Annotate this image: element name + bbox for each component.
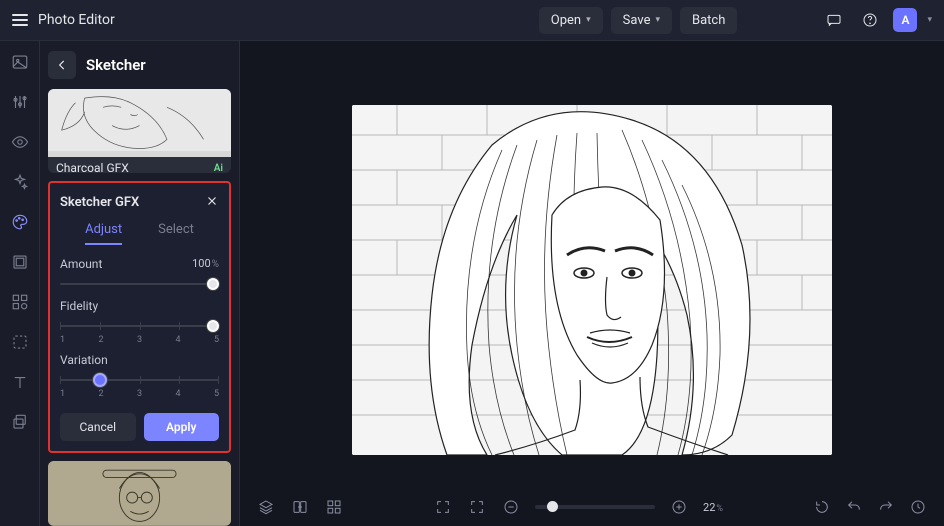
history-icon[interactable] bbox=[908, 497, 928, 517]
adjust-panel-title: Sketcher GFX bbox=[60, 195, 139, 210]
zoom-value: 22% bbox=[703, 501, 723, 514]
redo-icon[interactable] bbox=[876, 497, 896, 517]
palette-tool-icon[interactable] bbox=[9, 211, 31, 233]
fullscreen-icon[interactable] bbox=[433, 497, 453, 517]
eye-tool-icon[interactable] bbox=[9, 131, 31, 153]
variation-slider: Variation 12345 bbox=[60, 353, 219, 399]
fidelity-track[interactable] bbox=[60, 319, 219, 333]
variation-track[interactable] bbox=[60, 373, 219, 387]
app-title: Photo Editor bbox=[38, 12, 115, 28]
elements-tool-icon[interactable] bbox=[9, 291, 31, 313]
chevron-down-icon[interactable]: ▾ bbox=[927, 15, 932, 25]
panel-header: Sketcher bbox=[40, 41, 239, 85]
fit-icon[interactable] bbox=[467, 497, 487, 517]
effect-thumb-sketcher1[interactable] bbox=[48, 461, 231, 526]
thumb-image bbox=[48, 89, 231, 157]
chat-icon[interactable] bbox=[821, 7, 847, 33]
save-button[interactable]: Save▾ bbox=[611, 7, 672, 34]
frame-tool-icon[interactable] bbox=[9, 251, 31, 273]
portrait-sketch bbox=[352, 105, 832, 455]
side-panel: Sketcher Charcoal GFX Ai Sketcher GFX Ad… bbox=[40, 41, 240, 526]
zoom-in-icon[interactable] bbox=[669, 497, 689, 517]
batch-button[interactable]: Batch bbox=[680, 7, 737, 34]
back-button[interactable] bbox=[48, 51, 76, 79]
apply-button[interactable]: Apply bbox=[144, 413, 220, 441]
thumb-image bbox=[48, 461, 231, 526]
amount-track[interactable] bbox=[60, 277, 219, 291]
logo-area: Photo Editor bbox=[12, 12, 115, 28]
variation-ticks: 12345 bbox=[60, 389, 219, 399]
effect-name: Charcoal GFX bbox=[56, 161, 129, 173]
top-buttons: Open▾ Save▾ Batch bbox=[199, 7, 738, 34]
adjust-tabs: Adjust Select bbox=[60, 222, 219, 245]
close-icon[interactable] bbox=[205, 193, 219, 212]
amount-label: Amount bbox=[60, 257, 102, 271]
main: Sketcher Charcoal GFX Ai Sketcher GFX Ad… bbox=[0, 41, 944, 526]
help-icon[interactable] bbox=[857, 7, 883, 33]
tab-adjust[interactable]: Adjust bbox=[85, 222, 122, 245]
zoom-out-icon[interactable] bbox=[501, 497, 521, 517]
canvas-area: 22% bbox=[240, 41, 944, 526]
header-right: A ▾ bbox=[821, 7, 932, 33]
grid-icon[interactable] bbox=[324, 497, 344, 517]
slider-knob[interactable] bbox=[93, 373, 107, 387]
slider-knob[interactable] bbox=[207, 278, 219, 290]
tool-rail bbox=[0, 41, 40, 526]
tab-select[interactable]: Select bbox=[158, 222, 194, 245]
amount-slider: Amount 100% bbox=[60, 257, 219, 291]
layers-tool-icon[interactable] bbox=[9, 411, 31, 433]
amount-value: 100% bbox=[192, 257, 219, 270]
panel-title: Sketcher bbox=[86, 56, 146, 74]
layers-icon[interactable] bbox=[256, 497, 276, 517]
image-tool-icon[interactable] bbox=[9, 51, 31, 73]
chevron-down-icon: ▾ bbox=[586, 15, 591, 25]
zoom-knob[interactable] bbox=[547, 501, 558, 512]
undo-icon[interactable] bbox=[844, 497, 864, 517]
app-header: Photo Editor Open▾ Save▾ Batch A ▾ bbox=[0, 0, 944, 41]
open-button[interactable]: Open▾ bbox=[539, 7, 603, 34]
bottom-bar: 22% bbox=[240, 488, 944, 526]
thumb-label-row: Charcoal GFX Ai bbox=[48, 157, 231, 173]
compare-icon[interactable] bbox=[290, 497, 310, 517]
fidelity-slider: Fidelity 12345 bbox=[60, 299, 219, 345]
chevron-down-icon: ▾ bbox=[655, 15, 660, 25]
hamburger-icon[interactable] bbox=[12, 14, 28, 26]
variation-label: Variation bbox=[60, 353, 108, 367]
cancel-button[interactable]: Cancel bbox=[60, 413, 136, 441]
sparkle-tool-icon[interactable] bbox=[9, 171, 31, 193]
avatar[interactable]: A bbox=[893, 8, 917, 32]
zoom-slider[interactable] bbox=[535, 505, 655, 509]
ai-badge: Ai bbox=[214, 163, 223, 173]
fidelity-label: Fidelity bbox=[60, 299, 98, 313]
adjust-tool-icon[interactable] bbox=[9, 91, 31, 113]
adjust-panel: Sketcher GFX Adjust Select Amount 100% F… bbox=[48, 181, 231, 453]
text-tool-icon[interactable] bbox=[9, 371, 31, 393]
slider-knob[interactable] bbox=[207, 320, 219, 332]
reset-icon[interactable] bbox=[812, 497, 832, 517]
fidelity-ticks: 12345 bbox=[60, 335, 219, 345]
canvas-viewport[interactable] bbox=[240, 41, 944, 488]
crop-tool-icon[interactable] bbox=[9, 331, 31, 353]
effect-thumb-charcoal[interactable]: Charcoal GFX Ai bbox=[48, 89, 231, 173]
canvas-image bbox=[352, 105, 832, 455]
